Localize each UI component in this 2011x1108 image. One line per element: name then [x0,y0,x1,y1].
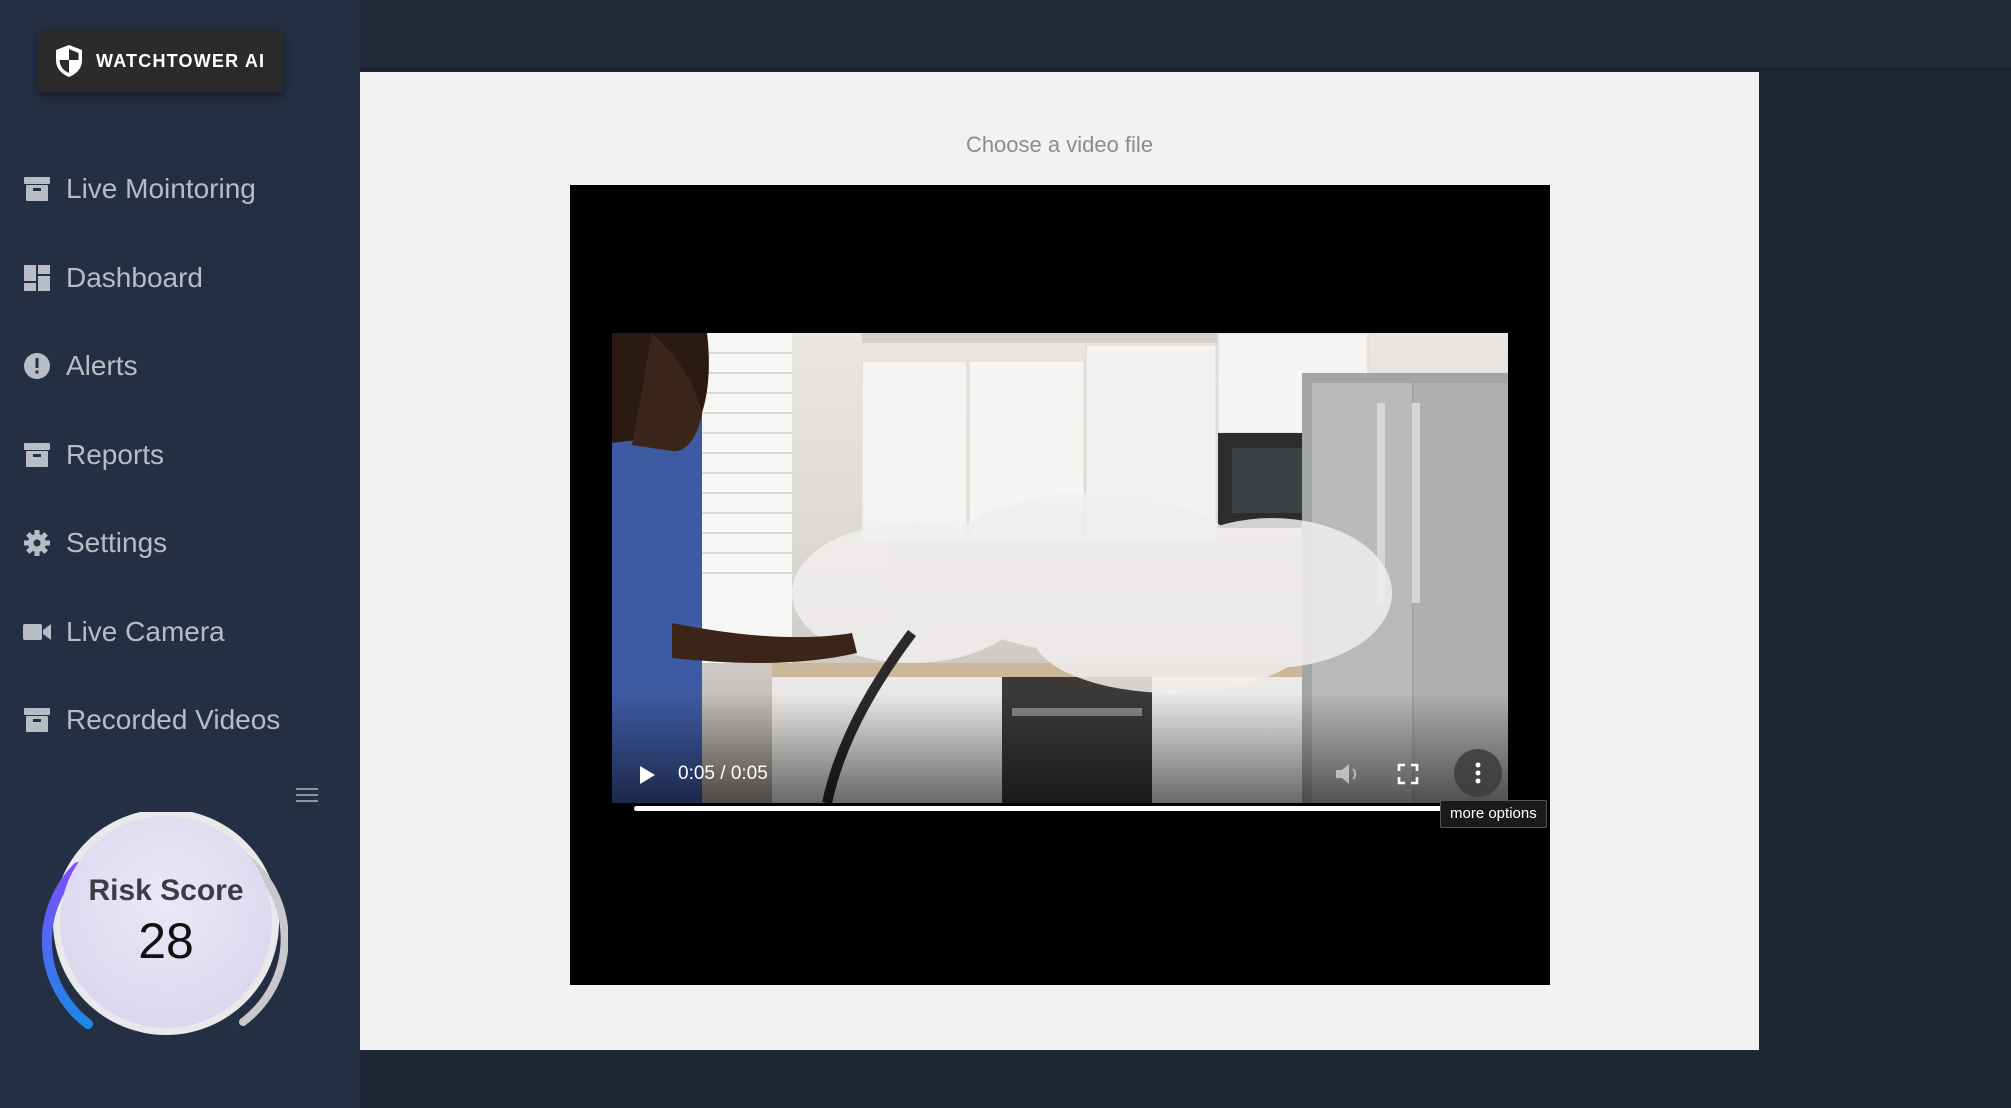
main-panel: Choose a video file 0:05 / 0:05 [360,72,1759,1050]
sidebar-item-label: Recorded Videos [66,704,281,736]
risk-score-title: Risk Score [88,874,244,907]
play-icon[interactable] [634,763,658,787]
dashboard-icon [22,263,52,293]
sidebar-item-label: Reports [66,438,165,470]
sidebar-item-settings[interactable]: Settings [0,499,360,588]
volume-icon[interactable] [1334,761,1362,787]
sidebar: WATCHTOWER AI Live Mointoring Dashboard … [0,0,360,1108]
sidebar-item-live-camera[interactable]: Live Camera [0,588,360,677]
risk-score-gauge: Risk Score 28 [38,812,288,1052]
video-player[interactable]: 0:05 / 0:05 [570,185,1550,985]
alert-icon [22,351,52,381]
gear-icon [22,528,52,558]
sidebar-item-live-monitoring[interactable]: Live Mointoring [0,145,360,234]
more-vert-icon[interactable] [1454,749,1502,797]
sidebar-item-recorded-videos[interactable]: Recorded Videos [0,676,360,765]
sidebar-nav: Live Mointoring Dashboard Alerts Reports… [0,145,360,765]
video-progress-bar[interactable] [634,806,1442,811]
menu-icon[interactable] [294,784,320,806]
video-camera-icon [22,617,52,647]
risk-score-value: 28 [138,913,194,969]
sidebar-item-label: Settings [66,527,168,559]
brand-logo[interactable]: WATCHTOWER AI [38,30,283,92]
choose-video-file[interactable]: Choose a video file [360,132,1759,158]
sidebar-item-dashboard[interactable]: Dashboard [0,234,360,323]
video-controls: 0:05 / 0:05 [612,745,1508,803]
video-frame[interactable] [612,333,1508,803]
sidebar-item-alerts[interactable]: Alerts [0,322,360,411]
brand-name: WATCHTOWER AI [96,50,266,71]
archive-icon [22,174,52,204]
archive-icon [22,705,52,735]
archive-icon [22,440,52,470]
fullscreen-icon[interactable] [1396,762,1420,786]
more-options-tooltip: more options [1440,800,1547,828]
video-time: 0:05 / 0:05 [678,763,768,784]
sidebar-item-label: Alerts [66,350,138,382]
risk-score-face: Risk Score 28 [60,816,272,1028]
shield-icon [54,44,84,78]
sidebar-item-label: Live Mointoring [66,173,256,205]
top-bar [360,0,2011,70]
sidebar-item-label: Live Camera [66,615,225,647]
sidebar-item-reports[interactable]: Reports [0,411,360,500]
sidebar-item-label: Dashboard [66,261,203,293]
